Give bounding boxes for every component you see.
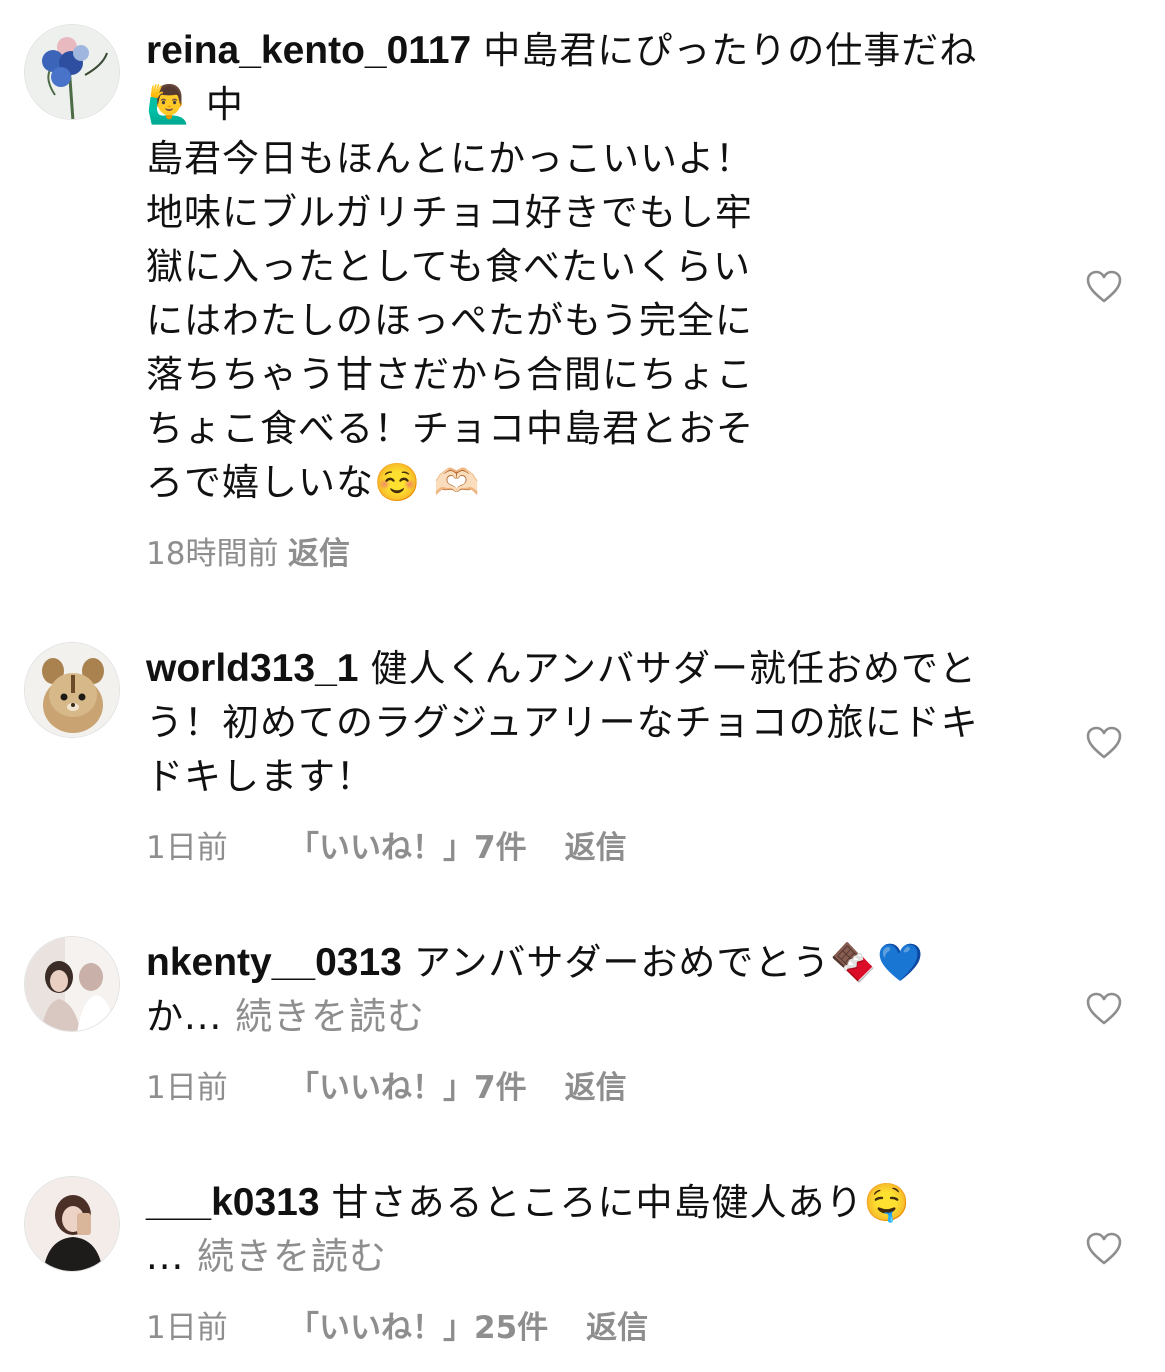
comment-timestamp: 1日前	[146, 830, 228, 866]
squirrel-plush-avatar[interactable]	[24, 642, 120, 738]
comment-likes-count[interactable]: 「いいね！」7件	[288, 1062, 527, 1107]
comment-likes-count[interactable]: 「いいね！」7件	[288, 822, 527, 867]
blue-rose-bouquet-avatar[interactable]	[24, 24, 120, 120]
heart-outline-icon[interactable]	[1086, 726, 1122, 760]
comment-username[interactable]: nkenty__0313	[146, 941, 402, 984]
comment-timestamp: 18時間前	[146, 536, 279, 572]
comment-username[interactable]: ___k0313	[146, 1181, 320, 1224]
read-more-link[interactable]: 続きを読む	[235, 995, 425, 1038]
comment-text: 中島君にぴったりの仕事だね 🙋‍♂️ 中 島君今日もほんとにかっこいいよ！ 地味…	[146, 29, 978, 504]
reply-button[interactable]: 返信	[565, 1062, 627, 1107]
reply-button[interactable]: 返信	[586, 1302, 648, 1347]
comment-likes-count[interactable]: 「いいね！」25件	[288, 1302, 548, 1347]
comment-username[interactable]: world313_1	[146, 647, 358, 690]
heart-outline-icon[interactable]	[1086, 1232, 1122, 1266]
comment-timestamp: 1日前	[146, 1070, 228, 1106]
read-more-link[interactable]: 続きを読む	[197, 1235, 387, 1278]
comment-timestamp: 1日前	[146, 1310, 228, 1346]
reply-button[interactable]: 返信	[288, 528, 350, 573]
mirror-selfie-avatar[interactable]	[24, 1176, 120, 1272]
heart-outline-icon[interactable]	[1086, 270, 1122, 304]
reply-button[interactable]: 返信	[565, 822, 627, 867]
person-photo-avatar[interactable]	[24, 936, 120, 1032]
comment-username[interactable]: reina_kento_0117	[146, 29, 471, 72]
heart-outline-icon[interactable]	[1086, 992, 1122, 1026]
